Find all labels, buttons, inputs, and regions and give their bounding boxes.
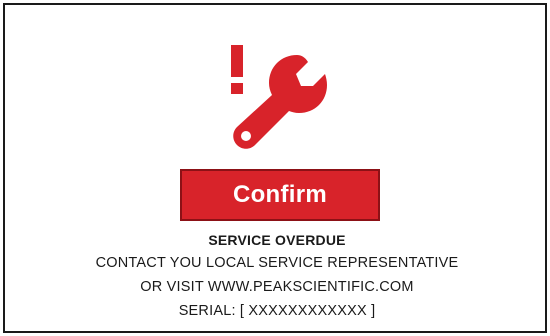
service-dialog: Confirm SERVICE OVERDUE CONTACT YOU LOCA…	[3, 3, 547, 333]
confirm-button[interactable]: Confirm	[180, 169, 380, 221]
service-overdue-title: SERVICE OVERDUE	[208, 232, 346, 248]
website-message: OR VISIT WWW.PEAKSCIENTIFIC.COM	[140, 279, 414, 295]
confirm-button-label: Confirm	[232, 181, 328, 208]
contact-message: CONTACT YOU LOCAL SERVICE REPRESENTATIVE	[95, 255, 459, 271]
serial-number: SERIAL: [ XXXXXXXXXXXX ]	[178, 303, 376, 319]
service-warning-wrench-icon	[217, 41, 347, 151]
